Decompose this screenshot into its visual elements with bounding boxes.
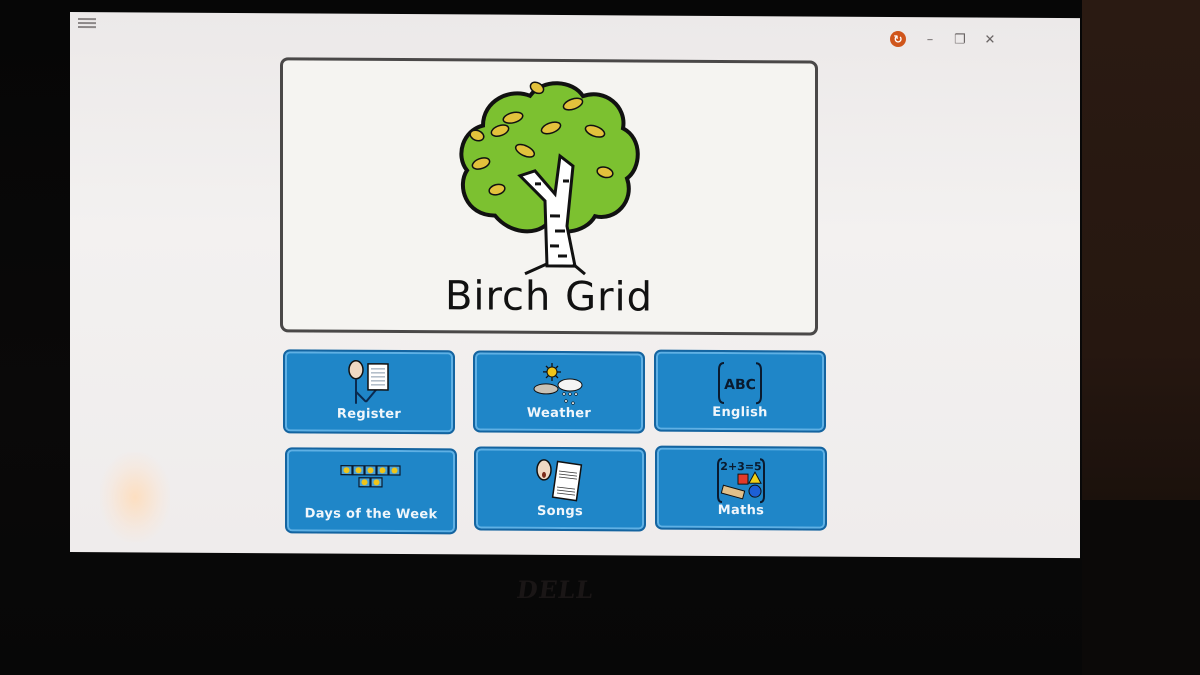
- english-abc-icon: ABC: [718, 361, 762, 405]
- sync-icon[interactable]: ↻: [890, 31, 906, 48]
- grid-title: Birch Grid: [444, 273, 654, 321]
- birch-tree-icon: [459, 81, 640, 276]
- tile-label: Register: [336, 406, 402, 423]
- tile-label: Weather: [526, 405, 592, 422]
- minimize-button[interactable]: –: [924, 32, 936, 47]
- hamburger-menu-icon[interactable]: [78, 16, 96, 30]
- tile-register[interactable]: Register: [283, 349, 455, 435]
- restore-button[interactable]: ❐: [954, 32, 966, 47]
- app-window: ↻ – ❐ ✕ Birch Grid Register Weather ABC …: [70, 12, 1080, 559]
- tile-label: Songs: [536, 503, 584, 520]
- abc-text: ABC: [724, 377, 756, 393]
- maths-icon: 2+3=5: [717, 457, 765, 504]
- grid-title-cell[interactable]: Birch Grid: [280, 57, 818, 336]
- register-icon: [348, 359, 389, 404]
- tile-label: Days of the Week: [304, 506, 438, 523]
- window-controls: ↻ – ❐ ✕: [890, 31, 996, 48]
- screen-glare: [100, 452, 170, 543]
- monitor-brand-logo: DELL: [514, 575, 596, 604]
- tile-days-of-the-week[interactable]: Days of the Week: [285, 447, 457, 535]
- tile-maths[interactable]: 2+3=5 Maths: [655, 445, 827, 531]
- tile-weather[interactable]: Weather: [473, 350, 645, 434]
- songs-icon: [536, 459, 583, 502]
- days-of-week-icon: [340, 465, 401, 488]
- tile-english[interactable]: ABC English: [654, 349, 826, 433]
- equation-text: 2+3=5: [720, 460, 761, 473]
- tile-label: Maths: [717, 502, 765, 519]
- close-button[interactable]: ✕: [984, 32, 996, 47]
- tile-label: English: [712, 404, 768, 421]
- weather-icon: [533, 362, 583, 405]
- tile-songs[interactable]: Songs: [474, 446, 646, 532]
- room-background: [1080, 0, 1200, 500]
